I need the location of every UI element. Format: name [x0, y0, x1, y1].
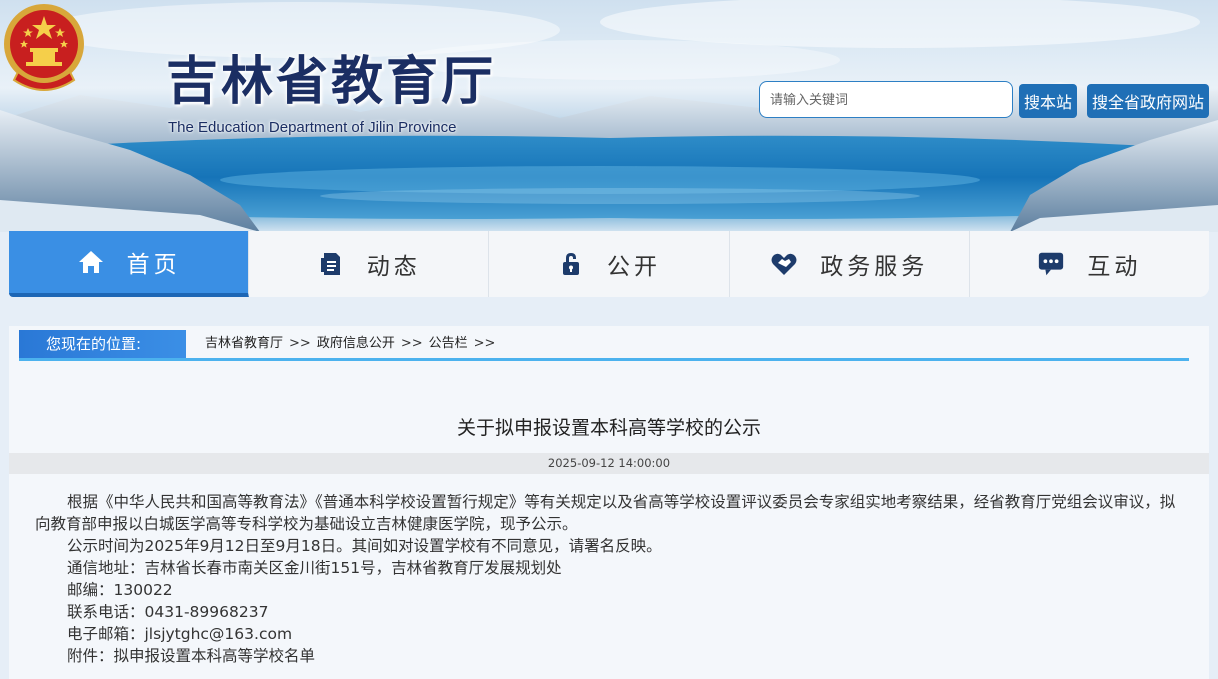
- nav-label-services: 政务服务: [820, 254, 929, 280]
- main-nav: 首页 动态 公开 政务服务 互动: [9, 231, 1210, 297]
- nav-label-interact: 互动: [1087, 254, 1142, 280]
- nav-item-services[interactable]: 政务服务: [729, 231, 970, 297]
- nav-item-home[interactable]: 首页: [9, 231, 250, 297]
- nav-label-news: 动态: [366, 254, 421, 280]
- article-date: 2025-09-12 14:00:00: [9, 453, 1209, 474]
- article-body: 根据《中华人民共和国高等教育法》《普通本科学校设置暂行规定》等有关规定以及省高等…: [35, 491, 1187, 667]
- nav-label-public: 公开: [607, 254, 661, 280]
- header-banner: 吉林省教育厅 The Education Department of Jilin…: [0, 0, 1218, 232]
- content-panel: 您现在的位置: 吉林省教育厅 >> 政府信息公开 >> 公告栏 >> 关于拟申报设置本科高…: [9, 326, 1209, 679]
- search-site-button[interactable]: 搜本站: [1019, 84, 1077, 118]
- breadcrumb-label: 您现在的位置:: [19, 330, 186, 358]
- nav-item-public[interactable]: 公开: [489, 231, 730, 297]
- nav-label-home: 首页: [126, 252, 181, 278]
- breadcrumb: 您现在的位置: 吉林省教育厅 >> 政府信息公开 >> 公告栏 >>: [19, 330, 1189, 361]
- contact-postcode: 邮编：130022: [67, 581, 173, 599]
- article-paragraph: 根据《中华人民共和国高等教育法》《普通本科学校设置暂行规定》等有关规定以及省高等…: [35, 493, 1176, 533]
- handshake-heart-icon: [770, 250, 798, 278]
- breadcrumb-trail: 吉林省教育厅 >> 政府信息公开 >> 公告栏 >>: [205, 330, 501, 358]
- contact-email[interactable]: 电子邮箱：jlsjytghc@163.com: [35, 623, 1187, 645]
- document-icon: [317, 250, 345, 278]
- breadcrumb-separator: >>: [289, 336, 311, 351]
- site-title: 吉林省教育厅: [166, 51, 497, 112]
- article-paragraph: 公示时间为2025年9月12日至9月18日。其间如对设置学校有不同意见，请署名反…: [67, 537, 662, 555]
- contact-address: 通信地址：吉林省长春市南关区金川街151号，吉林省教育厅发展规划处: [67, 559, 562, 577]
- nav-item-news[interactable]: 动态: [249, 231, 490, 297]
- breadcrumb-separator: >>: [473, 336, 496, 351]
- breadcrumb-link-bulletin[interactable]: 公告栏: [429, 336, 468, 351]
- search-province-button[interactable]: 搜全省政府网站: [1087, 84, 1209, 118]
- breadcrumb-link-info[interactable]: 政府信息公开: [317, 336, 395, 351]
- lock-icon: [557, 250, 585, 278]
- home-icon: [77, 248, 105, 276]
- contact-phone: 联系电话：0431-89968237: [67, 603, 269, 621]
- breadcrumb-separator: >>: [400, 336, 423, 351]
- site-subtitle: The Education Department of Jilin Provin…: [168, 119, 457, 136]
- national-emblem-icon: [4, 4, 84, 91]
- breadcrumb-link-home[interactable]: 吉林省教育厅: [205, 336, 283, 351]
- article-title: 关于拟申报设置本科高等学校的公示: [456, 417, 761, 439]
- search-input[interactable]: [759, 81, 1013, 118]
- nav-item-interact[interactable]: 互动: [969, 231, 1210, 297]
- chat-bubble-icon: [1037, 250, 1065, 278]
- attachment-link[interactable]: 附件：拟申报设置本科高等学校名单: [35, 645, 1187, 667]
